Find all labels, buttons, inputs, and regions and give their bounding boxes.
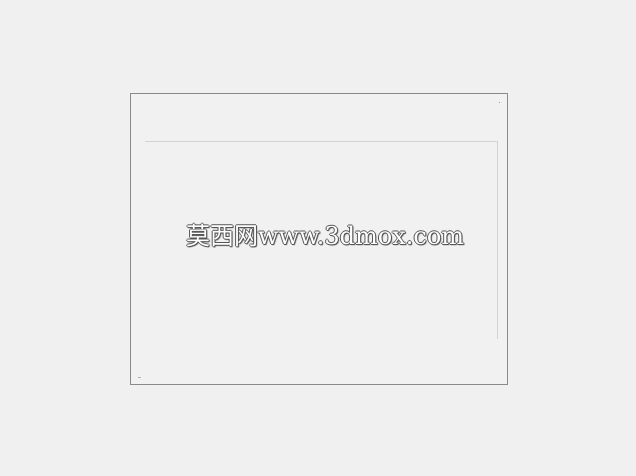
inner-top-line	[145, 141, 497, 142]
corner-mark	[499, 102, 500, 103]
inner-right-line	[497, 141, 498, 339]
corner-mark	[138, 377, 141, 378]
watermark-text: 莫西网www.3dmox.com	[186, 222, 465, 250]
canvas: 莫西网www.3dmox.com	[0, 0, 636, 476]
